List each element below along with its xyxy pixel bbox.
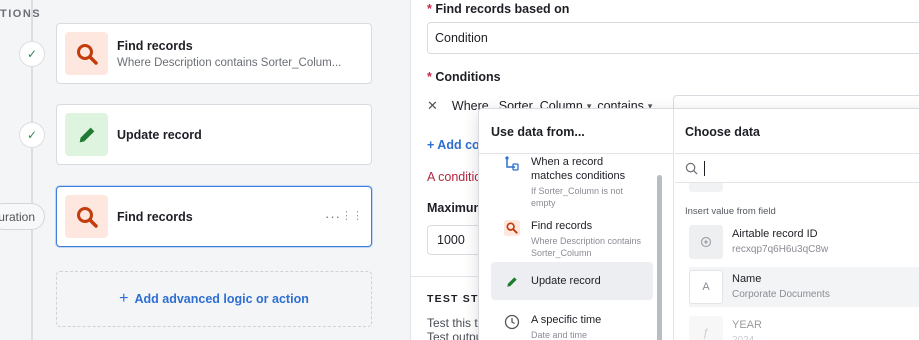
magnifier-icon [501,219,523,259]
insert-data-popover: Use data from... When a record matches c… [478,108,919,340]
required-marker: * [427,70,432,84]
step-title: Find records [117,38,193,53]
field-item-partial [689,183,723,192]
source-list-scrollbar[interactable] [657,175,662,340]
step-card-find-records-selected[interactable]: Find records ··· ⋮⋮ [56,186,372,247]
source-item-trigger[interactable]: When a record matches conditions If Sort… [491,149,653,215]
source-subtitle: Where Description contains Sorter_Column [531,236,642,258]
drag-handle-icon[interactable]: ⋮⋮ [341,209,363,222]
plus-icon: + [119,290,129,307]
choose-data-header: Choose data [685,125,761,139]
field-option-name[interactable]: A Name Corporate Documents [689,267,919,307]
choose-data-panel: Choose data Insert value from field Airt… [675,109,919,340]
add-condition-link[interactable]: + Add co [427,138,480,152]
find-based-on-text: Find records based on [435,2,570,16]
step-complete-check-icon: ✓ [19,122,45,148]
source-subtitle: Date and time [531,330,588,340]
remove-condition-icon[interactable]: ✕ [427,98,438,114]
step-card-update-record[interactable]: Update record [56,104,372,165]
step-title: Update record [117,127,202,142]
use-data-from-header: Use data from... [491,125,585,139]
step-card-find-records[interactable]: Find records Where Description contains … [56,23,372,84]
more-options-icon[interactable]: ··· [325,209,341,224]
field-option-year[interactable]: ƒ YEAR 2024 [689,313,919,340]
source-title: Find records [531,220,593,232]
field-name: Name [732,273,762,285]
conditions-label-text: Conditions [435,70,501,84]
test-step-line: Test this tr [427,316,482,330]
test-step-line: Test outpu [427,330,483,340]
conditions-label: * Conditions [427,70,501,84]
step-subtitle: Where Description contains Sorter_Colum.… [117,56,342,69]
step-complete-check-icon: ✓ [19,41,45,67]
data-source-list: Use data from... When a record matches c… [479,109,674,340]
magnifier-icon [65,32,108,75]
clock-icon [501,313,523,340]
find-based-on-select[interactable]: Condition [427,22,919,54]
field-value: 2024 [732,334,762,340]
field-value: recxqp7q6H6u3qC8w [732,244,829,255]
trigger-icon [501,155,523,209]
record-id-type-icon [689,225,723,259]
source-title: When a record matches conditions [531,156,626,182]
divider [479,153,674,154]
pencil-icon [501,274,523,289]
source-item-specific-time[interactable]: A specific time Date and time [491,307,653,340]
insert-value-label: Insert value from field [685,206,776,217]
add-advanced-logic-label: Add advanced logic or action [134,292,309,306]
field-name: Airtable record ID [732,228,818,240]
field-search-input[interactable] [675,153,919,183]
pencil-icon [65,113,108,156]
step-title: Find records [117,209,193,224]
text-cursor [704,160,705,176]
text-type-icon: A [689,270,723,304]
source-subtitle: If Sorter_Column is not empty [531,186,624,208]
maximum-label: Maximum [427,201,485,215]
field-name: YEAR [732,319,762,331]
condition-error-message: A conditio [427,170,482,184]
automation-canvas: TIONS ✓ ✓ uration Find records Where Des… [0,0,410,340]
field-value: Corporate Documents [732,289,830,300]
find-based-on-label: * Find records based on [427,2,569,16]
source-item-update-record[interactable]: Update record [491,262,653,300]
field-option-record-id[interactable]: Airtable record ID recxqp7q6H6u3qC8w [689,222,919,262]
source-title: Update record [531,275,601,287]
add-advanced-logic-button[interactable]: + Add advanced logic or action [56,271,372,327]
required-marker: * [427,2,432,16]
configuration-pill-label: uration [0,209,35,224]
test-step-description: Test this tr Test outpu [427,316,482,340]
section-label: TIONS [0,8,42,20]
formula-type-icon: ƒ [689,316,723,340]
configuration-pill[interactable]: uration [0,203,45,230]
magnifier-icon [65,195,108,238]
source-item-find-records[interactable]: Find records Where Description contains … [491,213,653,265]
search-icon [685,162,698,174]
source-title: A specific time [531,314,602,326]
